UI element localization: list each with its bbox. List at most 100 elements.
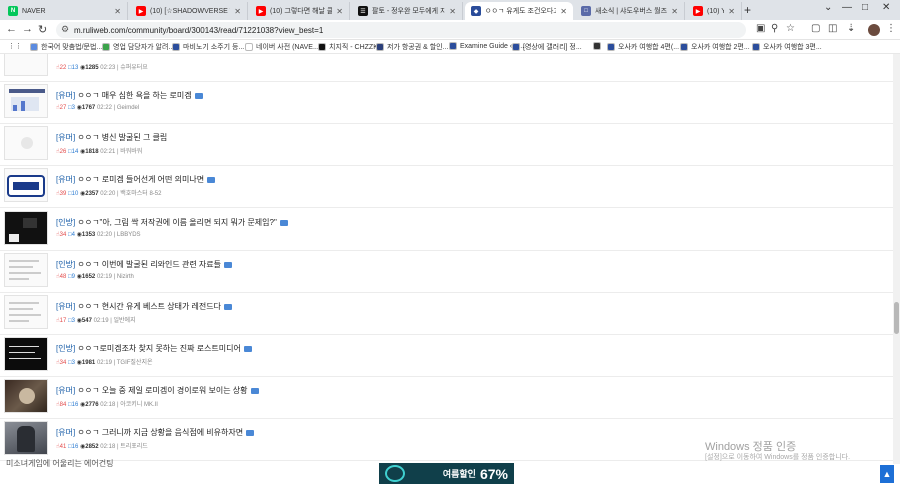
post-thumbnail[interactable] (4, 421, 48, 455)
post-author[interactable]: 슈퍼유터요 (120, 65, 148, 71)
post-row[interactable]: ☝22 □13 ◉1285 02:23 | 슈퍼유터요 (0, 54, 893, 82)
post-author[interactable]: 일반에지 (114, 318, 136, 324)
post-author[interactable]: 백호마스터 8-52 (120, 191, 161, 197)
tab-close-icon[interactable]: ✕ (234, 7, 241, 16)
image-attached-icon (279, 219, 288, 226)
bookmark-item[interactable]: 오사카 여행합 3편... (752, 42, 822, 52)
downloads-icon[interactable]: ⇣ (847, 23, 855, 34)
post-thumbnail[interactable] (4, 126, 48, 160)
post-title[interactable]: [유머] ㅇㅇㄱ 로미겜 들어선게 어떤 의미나면 (56, 174, 216, 185)
post-title[interactable]: [인방] ㅇㅇㄱ 이번에 발굴된 리와인드 관련 자료들 (56, 259, 232, 270)
maximize-button[interactable]: □ (862, 2, 868, 13)
bookmark-item[interactable]: 오사카 여행합 2편... (680, 42, 750, 52)
post-row[interactable]: [유머] ㅇㅇㄱ 매우 심한 욕을 하는 로미겜 ☝27 □3 ◉1767 02:… (0, 82, 893, 124)
post-title-text: ㅇㅇㄱ 그러니까 지금 상황을 음식점에 비유하자면 (77, 428, 244, 437)
bookmark-item[interactable]: 네이버 사전 (NAVE... (245, 42, 319, 52)
site-info-icon[interactable]: ⚙ (61, 24, 69, 35)
new-tab-button[interactable]: + (744, 3, 751, 17)
post-thumbnail[interactable] (4, 337, 48, 371)
comment-count: 4 (71, 232, 75, 238)
address-bar[interactable]: ⚙ m.ruliweb.com/community/board/300143/r… (56, 22, 746, 38)
post-thumbnail[interactable] (4, 211, 48, 245)
bookmark-favicon-icon (30, 43, 38, 51)
reload-button[interactable]: ↻ (38, 23, 47, 36)
post-title[interactable]: [유머] ㅇㅇㄱ 현시간 유게 베스트 상태가 레전드다 (56, 301, 232, 312)
bookmark-star-icon[interactable]: ☆ (786, 23, 795, 34)
post-row[interactable]: [인방] ㅇㅇㄱ로미겜조차 찾지 못하는 진짜 로스트미디어 ☝34 □3 ◉19… (0, 335, 893, 377)
tab-close-icon[interactable]: ✕ (114, 7, 121, 16)
scroll-top-button[interactable]: ▲ (880, 465, 894, 483)
bookmark-favicon-icon (607, 43, 615, 51)
zoom-icon[interactable]: ⚲ (771, 23, 778, 34)
post-list: ☝22 □13 ◉1285 02:23 | 슈퍼유터요 [유머] ㅇㅇㄱ 매우 심… (0, 54, 893, 464)
post-row[interactable]: [유머] ㅇㅇㄱ 현시간 유게 베스트 상태가 레전드다 ☝17 □3 ◉547 … (0, 293, 893, 335)
post-thumbnail[interactable] (4, 253, 48, 287)
post-title[interactable]: [유머] ㅇㅇㄱ 매우 심한 욕을 하는 로미겜 (56, 90, 203, 101)
post-row[interactable]: [유머] ㅇㅇㄱ 오늘 중 제일 로미겜이 경이로워 보이는 상황 ☝84 □16… (0, 377, 893, 419)
bookmark-item[interactable]: 영업 담당자가 알려... (102, 42, 174, 52)
post-title[interactable]: [인방] ㅇㅇㄱ로미겜조차 찾지 못하는 진짜 로스트미디어 (56, 343, 252, 354)
post-title[interactable]: [인방] ㅇㅇㄱ"아, 그림 싹 저작권에 이름 올리면 되지 뭐가 문제임?" (56, 217, 288, 228)
scrollbar-thumb[interactable] (894, 302, 899, 334)
browser-tab[interactable]: N NAVER ✕ (2, 2, 128, 20)
browser-tab[interactable]: ▶ (10) 그렇다면 해날 클래시 ✕ (250, 2, 350, 20)
bookmark-item[interactable]: 저가 항공권 & 할인... (376, 42, 448, 52)
bookmark-item[interactable]: 오사카 여행합 4편(... (607, 42, 679, 52)
comment-count: 3 (71, 105, 75, 111)
post-thumbnail[interactable] (4, 379, 48, 413)
view-count: 1285 (85, 65, 99, 71)
post-row[interactable]: [인방] ㅇㅇㄱ 이번에 발굴된 리와인드 관련 자료들 ☝48 □9 ◉1652… (0, 251, 893, 293)
post-thumbnail[interactable] (4, 295, 48, 329)
post-author[interactable]: 트리포리드 (120, 444, 148, 450)
bookmark-item[interactable]: 한국어 맞춤법/문법... (30, 42, 102, 52)
apps-icon[interactable]: ⋮⋮ (8, 42, 22, 50)
browser-tab[interactable]: □ 새소식 | 샤도우버스 월즈 비일✕ (575, 2, 685, 20)
post-author[interactable]: Geimdel (117, 105, 139, 111)
browser-tab[interactable]: ◆ ㅇㅇㄱ 유게도 조건오다고 힘드 ✕ (465, 2, 573, 20)
tab-close-icon[interactable]: ✕ (560, 7, 567, 16)
post-author[interactable]: Nizirth (117, 274, 134, 280)
post-category: [인방] (56, 344, 76, 353)
post-title-text: ㅇㅇㄱ로미겜조차 찾지 못하는 진짜 로스트미디어 (77, 344, 241, 353)
browser-tab[interactable]: ▶ (10) [☆SHADOWVERSE WB] ✕ (130, 2, 248, 20)
bookmark-item[interactable]: [영상에 갤러리] 정... (512, 42, 582, 52)
tab-dropdown-icon[interactable]: ⌄ (824, 2, 832, 13)
post-row[interactable]: [유머] ㅇㅇㄱ 로미겜 들어선게 어떤 의미나면 ☝39 □10 ◉2357 0… (0, 166, 893, 208)
post-title[interactable]: [유머] ㅇㅇㄱ 그러니까 지금 상황을 음식점에 비유하자면 (56, 427, 255, 438)
post-title[interactable]: [유머] ㅇㅇㄱ 오늘 중 제일 로미겜이 경이로워 보이는 상황 (56, 385, 259, 396)
post-thumbnail[interactable] (4, 84, 48, 118)
post-thumbnail[interactable] (4, 54, 48, 76)
back-button[interactable]: ← (6, 23, 17, 35)
bookmark-item[interactable]: 치지직 - CHZZK (318, 42, 378, 52)
bookmark-favicon-icon (449, 42, 457, 50)
ad-banner[interactable]: 여름할인 67% (379, 463, 514, 484)
install-app-icon[interactable]: ▣ (756, 23, 765, 34)
sidebar-icon[interactable]: ◫ (828, 23, 837, 34)
post-row[interactable]: [인방] ㅇㅇㄱ"아, 그림 싹 저작권에 이름 올리면 되지 뭐가 문제임?"… (0, 209, 893, 251)
post-thumbnail[interactable] (4, 168, 48, 202)
tab-close-icon[interactable]: ✕ (449, 7, 456, 16)
post-author[interactable]: TGIF질산지온 (117, 360, 153, 366)
post-author[interactable]: 아코키니 MK.II (120, 402, 158, 408)
bookmark-item[interactable] (593, 42, 604, 50)
post-title[interactable]: [유머] ㅇㅇㄱ 병신 발굴된 그 클립 (56, 132, 167, 143)
forward-button[interactable]: → (22, 23, 33, 35)
tab-close-icon[interactable]: ✕ (728, 7, 735, 16)
post-author[interactable]: 바워바워 (120, 149, 142, 155)
profile-avatar[interactable] (868, 24, 880, 36)
view-count: 2852 (85, 444, 99, 450)
post-time: 02:19 (96, 274, 112, 280)
close-window-button[interactable]: ✕ (882, 2, 890, 13)
post-author[interactable]: LBBYDS (117, 232, 141, 238)
tab-close-icon[interactable]: ✕ (336, 7, 343, 16)
extensions-icon[interactable]: ▢ (811, 23, 820, 34)
browser-tab[interactable]: ▶ (10) YouTube ✕ (687, 2, 742, 20)
menu-icon[interactable]: ⋮ (886, 23, 896, 34)
tab-close-icon[interactable]: ✕ (671, 7, 678, 16)
related-post-link[interactable]: 미소녀게임에 어울리는 에어건팅 (6, 458, 113, 469)
scrollbar[interactable] (893, 54, 900, 464)
browser-tab[interactable]: ☰ 팔토 - 정우완 모두에게 지 ✕ (352, 2, 463, 20)
post-row[interactable]: [유머] ㅇㅇㄱ 병신 발굴된 그 클립 ☝26 □14 ◉1818 02:21 … (0, 124, 893, 166)
bookmark-item[interactable]: 마비노기 소주기 등... (172, 42, 244, 52)
minimize-button[interactable]: — (842, 2, 852, 13)
